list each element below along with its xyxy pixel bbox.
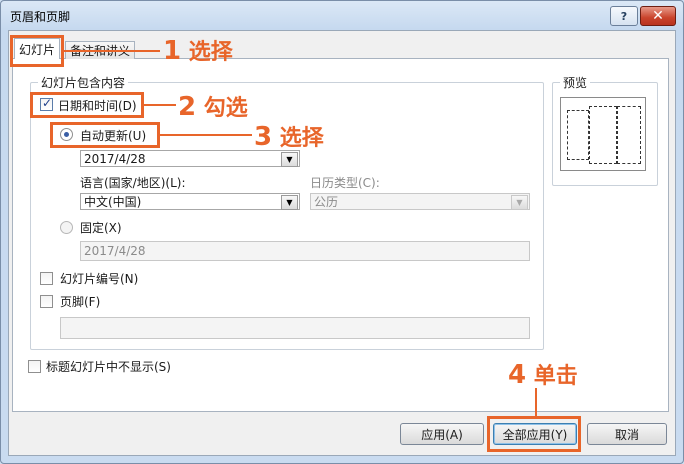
footer-checkbox[interactable] [40, 295, 53, 308]
leader-line-step1 [64, 50, 160, 52]
leader-line-step4 [535, 388, 537, 417]
annotation-step3: 3 选择 [254, 120, 324, 152]
annotation-step2-number: 2 [178, 92, 197, 122]
cancel-button[interactable]: 取消 [587, 423, 667, 445]
leader-line-step3 [160, 134, 252, 136]
chevron-down-icon[interactable]: ▼ [281, 195, 298, 210]
chevron-down-icon: ▼ [511, 195, 528, 210]
highlight-box-step3 [50, 122, 160, 148]
annotation-step2-text: 勾选 [203, 96, 248, 121]
date-format-value: 2017/4/28 [84, 151, 146, 166]
apply-label: 应用(A) [421, 427, 463, 442]
annotation-step1-text: 选择 [188, 40, 233, 65]
close-button[interactable]: ✕ [640, 6, 676, 26]
footer-input [60, 317, 530, 339]
fixed-label: 固定(X) [80, 221, 122, 235]
slide-number-checkbox[interactable] [40, 272, 53, 285]
hide-on-title-slide-label: 标题幻灯片中不显示(S) [46, 360, 171, 374]
highlight-box-step1 [10, 35, 64, 67]
help-icon: ? [620, 9, 628, 23]
preview-thumbnail [560, 97, 646, 171]
calendar-type-label: 日历类型(C): [310, 176, 380, 190]
calendar-type-select: 公历 ▼ [310, 193, 530, 210]
footer-label: 页脚(F) [60, 295, 101, 309]
annotation-step3-text: 选择 [279, 126, 324, 151]
slide-number-label: 幻灯片编号(N) [60, 272, 139, 286]
hide-on-title-slide-checkbox[interactable] [28, 360, 41, 373]
preview-legend: 预览 [560, 74, 591, 91]
annotation-step3-number: 3 [254, 122, 273, 152]
cancel-label: 取消 [614, 427, 639, 442]
preview-footer-placeholder [589, 106, 617, 164]
fixed-date-value: 2017/4/28 [84, 244, 146, 258]
preview-date-placeholder [567, 110, 589, 160]
annotation-step1-number: 1 [163, 36, 182, 66]
chevron-down-icon[interactable]: ▼ [281, 152, 298, 167]
annotation-step1: 1 选择 [163, 34, 233, 66]
annotation-step4-text: 单击 [533, 364, 578, 389]
fixed-date-input: 2017/4/28 [80, 241, 530, 261]
help-button[interactable]: ? [610, 6, 638, 26]
group-legend: 幻灯片包含内容 [38, 74, 129, 91]
calendar-type-value: 公历 [314, 195, 339, 209]
annotation-step4-number: 4 [508, 360, 527, 390]
annotation-step2: 2 勾选 [178, 90, 248, 122]
leader-line-step2 [144, 104, 176, 106]
highlight-box-step4 [487, 416, 581, 452]
window-title: 页眉和页脚 [10, 10, 71, 24]
apply-button[interactable]: 应用(A) [400, 423, 484, 445]
fixed-radio[interactable] [60, 221, 73, 234]
annotation-step4: 4 单击 [508, 358, 578, 390]
close-icon: ✕ [652, 8, 664, 24]
language-select[interactable]: 中文(中国) ▼ [80, 193, 300, 210]
language-label: 语言(国家/地区)(L): [80, 176, 186, 190]
highlight-box-step2 [30, 92, 144, 118]
language-value: 中文(中国) [84, 195, 142, 209]
preview-number-placeholder [617, 106, 641, 164]
date-format-select[interactable]: 2017/4/28 ▼ [80, 150, 300, 167]
